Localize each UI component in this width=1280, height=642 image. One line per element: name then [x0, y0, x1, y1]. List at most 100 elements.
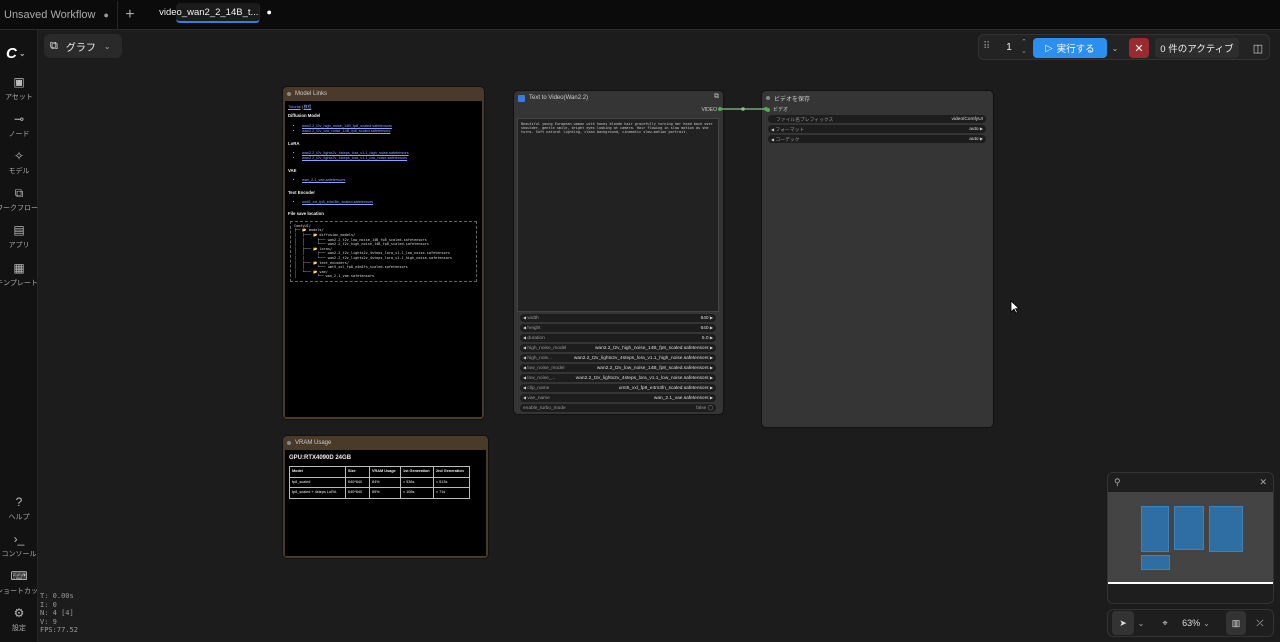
table-row: fp8_scaled + 4steps LoRA 640*640 89% ≈ 1… — [289, 487, 470, 499]
widget-value: auto — [969, 137, 979, 142]
graph-label: グラフ — [65, 42, 96, 54]
sliders-icon[interactable]: ⚲ — [1114, 477, 1121, 488]
active-queue-button[interactable]: 0 件のアクティブ — [1155, 38, 1239, 58]
minimap-toggle-button[interactable]: ▥ — [1226, 611, 1246, 635]
tab-modified-dot[interactable]: ● — [266, 7, 271, 17]
widget-value: video/ComfyUI — [951, 116, 983, 122]
widget-height[interactable]: ◀ height 640 ▶ — [520, 324, 716, 332]
widget-format[interactable]: ◀ フォーマット auto ▶ — [768, 125, 986, 133]
increment-icon[interactable]: ▶ — [710, 385, 713, 390]
widget-codec[interactable]: ◀ コーデック auto ▶ — [768, 135, 986, 143]
increment-icon[interactable]: ▶ — [710, 335, 713, 340]
node-header[interactable]: VRAM Usage — [283, 436, 488, 449]
add-tab-button[interactable]: + — [118, 1, 142, 29]
increment-icon[interactable]: ▶ — [710, 365, 713, 370]
widget-turbo-toggle[interactable]: enable_turbo_mode false ◯ — [520, 404, 716, 412]
lora-file-link[interactable]: wan2.2_t2v_lightx2v_4steps_lora_v1.1_hig… — [302, 151, 409, 155]
drag-handle-icon[interactable]: ⠿ — [983, 41, 990, 52]
decrement-icon[interactable]: ◀ — [523, 325, 526, 330]
widget-label: ◀ height — [523, 325, 541, 331]
sidebar-item-apps[interactable]: ▤ アプリ — [0, 222, 38, 250]
comfy-logo[interactable]: C ⌄ — [6, 42, 36, 64]
increment-icon[interactable]: ▶ — [710, 395, 713, 400]
widget-duration[interactable]: ◀ duration 5.0 ▶ — [520, 334, 716, 342]
widget-low-noise-model[interactable]: ◀ low_noise_model wan2.2_t2v_low_noise_14… — [520, 364, 716, 372]
close-icon: ✕ — [1134, 42, 1144, 55]
diffusion-file-link[interactable]: wan2.2_t2v_high_noise_14B_fp8_scaled.saf… — [302, 124, 392, 128]
sidebar-item-models[interactable]: ✧ モデル — [0, 148, 38, 176]
collapse-dot-icon[interactable] — [287, 440, 291, 445]
decrement-icon[interactable]: ◀ — [771, 137, 774, 142]
decrement-icon[interactable]: ◀ — [771, 127, 774, 132]
sidebar-item-settings[interactable]: ⚙ 設定 — [0, 605, 38, 633]
increment-icon[interactable]: ▶ — [710, 355, 713, 360]
node-vram-usage[interactable]: VRAM Usage GPU:RTX4090D 24GB Model Size … — [283, 436, 488, 558]
lora-file-link[interactable]: wan2.2_t2v_lightx2v_4steps_lora_v1.1_low… — [302, 156, 407, 160]
tab-video-wan[interactable]: video_wan2_2_14B_t... ● — [159, 3, 272, 23]
tool-dropdown[interactable]: ⌄ — [1134, 611, 1148, 635]
collapse-dot-icon[interactable] — [287, 91, 291, 96]
tab-modified-dot[interactable]: ● — [104, 10, 109, 20]
widget-width[interactable]: ◀ width 640 ▶ — [520, 314, 716, 322]
decrement-icon[interactable]: ◀ — [523, 385, 526, 390]
run-options-dropdown[interactable]: ⌄ — [1109, 38, 1121, 58]
sidebar-item-templates[interactable]: ▦ テンプレート — [0, 260, 38, 288]
widget-high-noise-model[interactable]: ◀ high_noise_model wan2.2_t2v_high_noise_… — [520, 344, 716, 352]
node-header[interactable]: Text to Video(Wan2.2) ⧉ — [514, 91, 723, 105]
open-subgraph-icon[interactable]: ⧉ — [714, 93, 719, 101]
decrement-icon[interactable]: ◀ — [523, 335, 526, 340]
fit-view-button[interactable]: ⌖ — [1154, 611, 1176, 635]
decrement-icon[interactable]: ◀ — [523, 395, 526, 400]
sidebar-item-label: ワークフロー — [0, 205, 38, 212]
tutorial-link-cn[interactable]: 教程 — [304, 105, 312, 109]
links-toggle-button[interactable]: ⤫ — [1250, 611, 1270, 635]
prompt-textarea[interactable]: Beautiful young European woman with hone… — [517, 118, 719, 312]
sidebar-item-shortcuts[interactable]: ⌨ ショートカット — [0, 568, 45, 596]
sidebar-item-help[interactable]: ? ヘルプ — [0, 494, 38, 522]
increment-icon[interactable]: ▶ — [710, 345, 713, 350]
run-button[interactable]: ▷ 実行する — [1033, 38, 1107, 58]
minimap[interactable]: ⚲ ✕ — [1107, 472, 1274, 604]
decrement-icon[interactable]: ◀ — [523, 375, 526, 380]
node-model-links[interactable]: Model Links Tutorial | 教程 Diffusion Mode… — [283, 87, 484, 419]
sidebar-item-nodes[interactable]: ⊸ ノード — [0, 111, 38, 139]
widget-low-noise-lora[interactable]: ◀ low_noise_... wan2.2_t2v_lightx2v_4step… — [520, 374, 716, 382]
increment-icon[interactable]: ▶ — [710, 325, 713, 330]
text-encoder-file-link[interactable]: umt5_xxl_fp8_e4m3fn_scaled.safetensors — [302, 200, 373, 204]
input-video-slot[interactable]: ビデオ — [766, 106, 788, 113]
cancel-button[interactable]: ✕ — [1129, 38, 1149, 58]
decrement-icon[interactable]: ◀ — [523, 345, 526, 350]
widget-filename-prefix[interactable]: ファイル名プレフィックス video/ComfyUI — [768, 115, 986, 123]
select-tool-button[interactable]: ➤ — [1112, 611, 1134, 635]
queue-count-stepper[interactable]: ⌃ ⌄ — [1021, 38, 1027, 56]
node-save-video[interactable]: ビデオを保存 ビデオ ファイル名プレフィックス video/ComfyUI ◀ フ… — [762, 91, 993, 427]
increment-icon[interactable]: ▶ — [710, 315, 713, 320]
decrement-icon[interactable]: ◀ — [523, 365, 526, 370]
decrement-icon[interactable]: ◀ — [523, 315, 526, 320]
tutorial-link[interactable]: Tutorial — [288, 105, 301, 109]
collapse-dot-icon[interactable] — [766, 96, 770, 100]
increment-icon[interactable]: ▶ — [980, 136, 983, 141]
close-icon[interactable]: ✕ — [1259, 477, 1267, 488]
toggle-panel-button[interactable]: ◫ — [1249, 38, 1267, 58]
tab-unsaved-workflow[interactable]: Unsaved Workflow ● — [0, 1, 118, 29]
increment-icon[interactable]: ▶ — [710, 375, 713, 380]
zoom-control[interactable]: 63% ⌄ — [1176, 611, 1216, 635]
vae-file-link[interactable]: wan_2.1_vae.safetensors — [302, 178, 345, 182]
sidebar-item-workflows[interactable]: ⧉ ワークフロー — [0, 185, 38, 213]
decrement-icon[interactable]: ◀ — [523, 355, 526, 360]
increment-icon[interactable]: ▶ — [980, 126, 983, 131]
graph-menu-button[interactable]: ⧉ グラフ ⌄ — [44, 34, 122, 58]
sidebar-item-console[interactable]: ›_ コンソール — [0, 531, 38, 559]
toggle-icon[interactable]: ◯ — [708, 406, 713, 411]
node-header[interactable]: Model Links — [283, 87, 484, 100]
queue-count-input[interactable]: 1 — [997, 38, 1021, 57]
widget-high-noise-lora[interactable]: ◀ high_nois... wan2.2_t2v_lightx2v_4steps… — [520, 354, 716, 362]
node-header[interactable]: ビデオを保存 — [762, 91, 993, 105]
node-text-to-video[interactable]: Text to Video(Wan2.2) ⧉ VIDEO Beautiful … — [514, 91, 723, 414]
sidebar-item-assets[interactable]: ▣ アセット — [0, 74, 38, 102]
widget-clip-name[interactable]: ◀ clip_name umt5_xxl_fp8_e4m3fn_scaled.sa… — [520, 384, 716, 392]
minimap-view[interactable] — [1108, 492, 1273, 584]
widget-vae-name[interactable]: ◀ vae_name wan_2.1_vae.safetensors ▶ — [520, 394, 716, 402]
diffusion-file-link[interactable]: wan2.2_t2v_low_noise_14B_fp8_scaled.safe… — [302, 129, 390, 133]
